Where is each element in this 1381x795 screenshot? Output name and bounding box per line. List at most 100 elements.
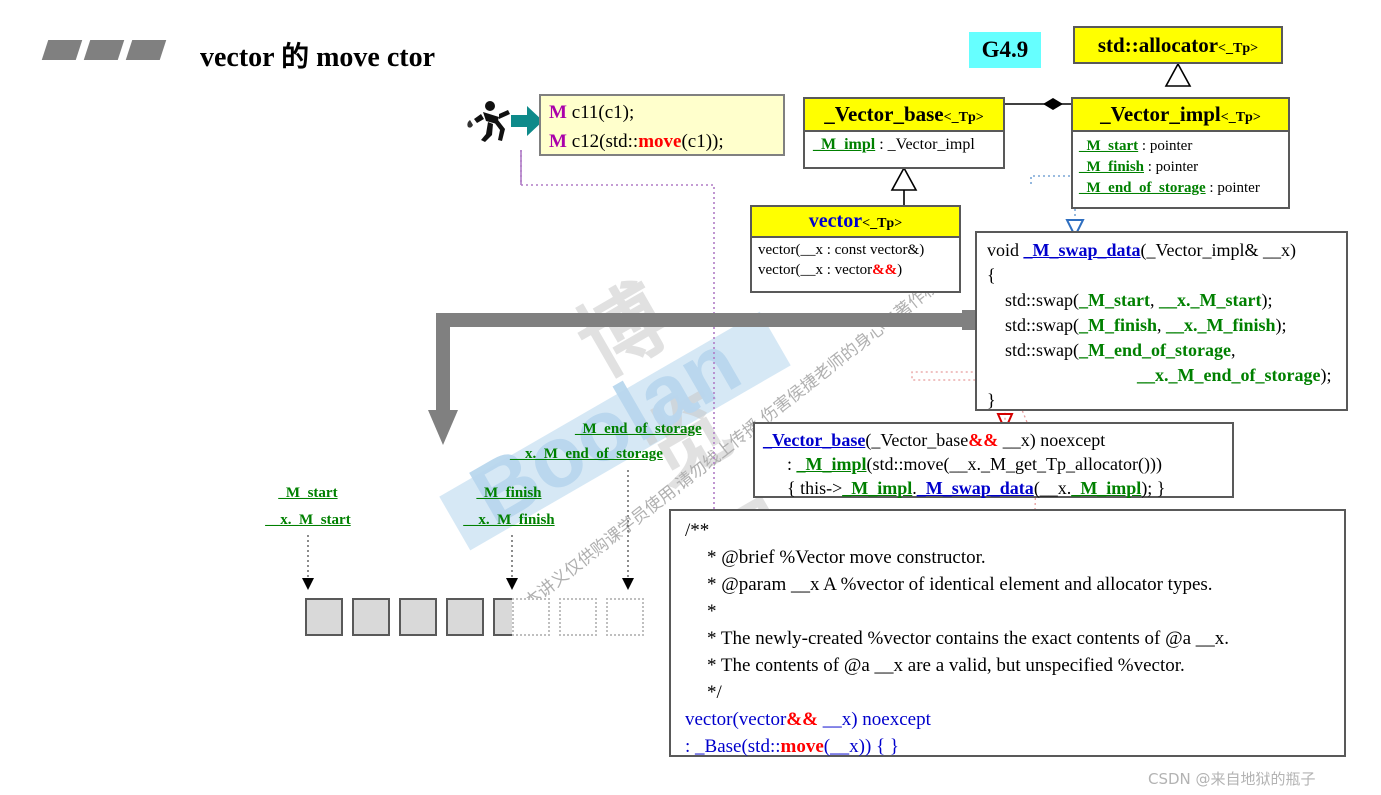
doc-init-a: : _Base(std:: xyxy=(685,736,781,757)
class-box-vector-base: _Vector_base<_Tp> _M_impl : _Vector_impl xyxy=(803,97,1005,169)
class-template-vector-base: <_Tp> xyxy=(943,110,984,125)
ctor-signature-end: ) xyxy=(897,262,903,278)
swap-arg-a: _M_end_of_storage xyxy=(1079,340,1231,360)
swap-call: std::swap( xyxy=(1005,290,1079,310)
swap-arg-b: __x._M_finish xyxy=(1166,315,1276,335)
doc-ctor-noexcept: __x) noexcept xyxy=(817,709,931,730)
class-ctors-vector: vector(__x : const vector&) vector(__x :… xyxy=(752,238,959,282)
vbase-body-impl: _M_impl xyxy=(842,478,913,498)
vbase-ctor-noexcept: __x) noexcept xyxy=(998,430,1106,450)
doc-init-move: move xyxy=(780,736,824,757)
swap-arg-b: __x._M_start xyxy=(1158,290,1262,310)
doc-line: * xyxy=(707,601,717,622)
doc-ctor-rvalue-ref: && xyxy=(786,709,818,730)
vbase-init-colon: : xyxy=(787,454,797,474)
class-template-vector: <_Tp> xyxy=(862,216,903,231)
member-name: _M_start xyxy=(1079,138,1139,154)
class-name-vector-base: _Vector_base xyxy=(824,102,944,126)
memory-cell-empty xyxy=(559,598,597,636)
swap-close-brace: } xyxy=(987,390,996,410)
call-line-1-type: M xyxy=(549,102,567,123)
class-title-vector-base: _Vector_base<_Tp> xyxy=(805,99,1003,132)
member-row: _M_impl : _Vector_impl xyxy=(813,135,995,155)
doc-line: * @param __x A %vector of identical elem… xyxy=(707,574,1213,595)
vbase-body-impl2: _M_impl xyxy=(1071,478,1142,498)
page-title: vector 的 move ctor xyxy=(200,42,436,73)
class-title-vector: vector<_Tp> xyxy=(752,207,959,238)
class-template-vector-impl: <_Tp> xyxy=(1220,110,1261,125)
code-box-swap-data: void _M_swap_data(_Vector_impl& __x) { s… xyxy=(975,231,1348,411)
memory-cell xyxy=(446,598,484,636)
swap-body-line: std::swap(_M_start, __x._M_start); xyxy=(987,288,1336,313)
swap-comma: , xyxy=(1149,290,1159,310)
class-box-std-allocator: std::allocator<_Tp> xyxy=(1073,26,1283,64)
memory-cell-empty xyxy=(512,598,550,636)
member-type: : pointer xyxy=(1147,159,1199,175)
vbase-ctor-line-1: _Vector_base(_Vector_base&& __x) noexcep… xyxy=(763,428,1224,452)
swap-signature: void _M_swap_data(_Vector_impl& __x) xyxy=(987,238,1336,263)
swap-end: ); xyxy=(1275,315,1287,335)
vbase-init-expr: (std::move(__x._M_get_Tp_allocator())) xyxy=(866,454,1162,474)
swap-call: std::swap( xyxy=(1005,315,1079,335)
ctor-rvalue-ref: && xyxy=(872,262,898,278)
member-row: _M_start : pointer xyxy=(1079,136,1282,157)
class-name-vector-impl: _Vector_impl xyxy=(1100,102,1221,126)
member-type: : _Vector_impl xyxy=(879,136,975,153)
generalization-arrow-alloc xyxy=(1164,62,1192,87)
generalization-arrow-vector xyxy=(890,166,918,191)
bullet-square-2 xyxy=(83,40,125,60)
bullet-square-1 xyxy=(41,40,83,60)
blue-connector xyxy=(1030,175,1076,222)
swap-return-type: void xyxy=(987,240,1024,260)
version-badge: G4.9 xyxy=(969,32,1041,68)
member-type: : pointer xyxy=(1209,180,1260,196)
ctor-signature: vector(__x : const vector&) xyxy=(758,242,925,258)
memory-label-eos-top: _M_end_of_storage xyxy=(575,421,702,437)
swap-comma: , xyxy=(1230,340,1236,360)
doc-ctor-name: vector(vector xyxy=(685,709,787,730)
call-line-2-b: (c1)); xyxy=(681,131,724,152)
pointer-arrowheads xyxy=(302,578,634,590)
doc-init-b: (__x)) { } xyxy=(823,736,900,757)
swap-arg-a: _M_start xyxy=(1079,290,1150,310)
swap-call: std::swap( xyxy=(1005,340,1079,360)
call-code-box: M c11(c1); M c12(std::move(c1)); xyxy=(539,94,785,156)
vbase-ctor-line-3: { this->_M_impl._M_swap_data(__x._M_impl… xyxy=(763,476,1224,500)
vbase-ctor-arg: (_Vector_base xyxy=(865,430,969,450)
member-name: _M_end_of_storage xyxy=(1079,180,1206,196)
vbase-ctor-rvalue-ref: && xyxy=(968,430,999,450)
ctor-signature: vector(__x : vector xyxy=(758,262,873,278)
memory-label-finish-top: _M_finish xyxy=(476,485,542,501)
vbase-body-c: ); } xyxy=(1141,478,1166,498)
member-row: _M_end_of_storage : pointer xyxy=(1079,178,1282,199)
call-line-1: M c11(c1); xyxy=(549,98,775,127)
member-row: _M_finish : pointer xyxy=(1079,157,1282,178)
call-line-2: M c12(std::move(c1)); xyxy=(549,127,775,156)
class-members-vector-base: _M_impl : _Vector_impl xyxy=(805,132,1003,158)
title-bullets xyxy=(41,40,185,62)
running-man-icon xyxy=(467,101,510,142)
memory-cell xyxy=(352,598,390,636)
memory-cell xyxy=(305,598,343,636)
doc-line: */ xyxy=(707,682,722,703)
doc-line: * @brief %Vector move constructor. xyxy=(707,547,986,568)
class-title-std-allocator: std::allocator<_Tp> xyxy=(1075,28,1281,62)
memory-cell-empty xyxy=(606,598,644,636)
swap-body-line: std::swap(_M_end_of_storage, xyxy=(987,338,1336,363)
memory-label-start-top: _M_start xyxy=(278,485,338,501)
ctor-row: vector(__x : const vector&) xyxy=(758,240,953,260)
member-type: : pointer xyxy=(1141,138,1193,154)
memory-label-start-bottom: __x._M_start xyxy=(265,512,351,528)
swap-arg-a: _M_finish xyxy=(1079,315,1158,335)
memory-cells-row xyxy=(305,598,645,642)
doc-ctor-signature: vector(vector&& __x) noexcept xyxy=(685,706,1330,733)
swap-comma: , xyxy=(1157,315,1167,335)
vbase-body-swap: _M_swap_data xyxy=(916,478,1034,498)
composition-diamond xyxy=(1043,98,1063,110)
doc-line: * The contents of @a __x are a valid, bu… xyxy=(707,655,1185,676)
doc-line: * The newly-created %vector contains the… xyxy=(707,628,1230,649)
memory-cell xyxy=(399,598,437,636)
class-name-vector: vector xyxy=(808,210,863,232)
vbase-ctor-line-2: : _M_impl(std::move(__x._M_get_Tp_alloca… xyxy=(763,452,1224,476)
memory-label-eos-bottom: __x._M_end_of_storage xyxy=(510,446,663,462)
